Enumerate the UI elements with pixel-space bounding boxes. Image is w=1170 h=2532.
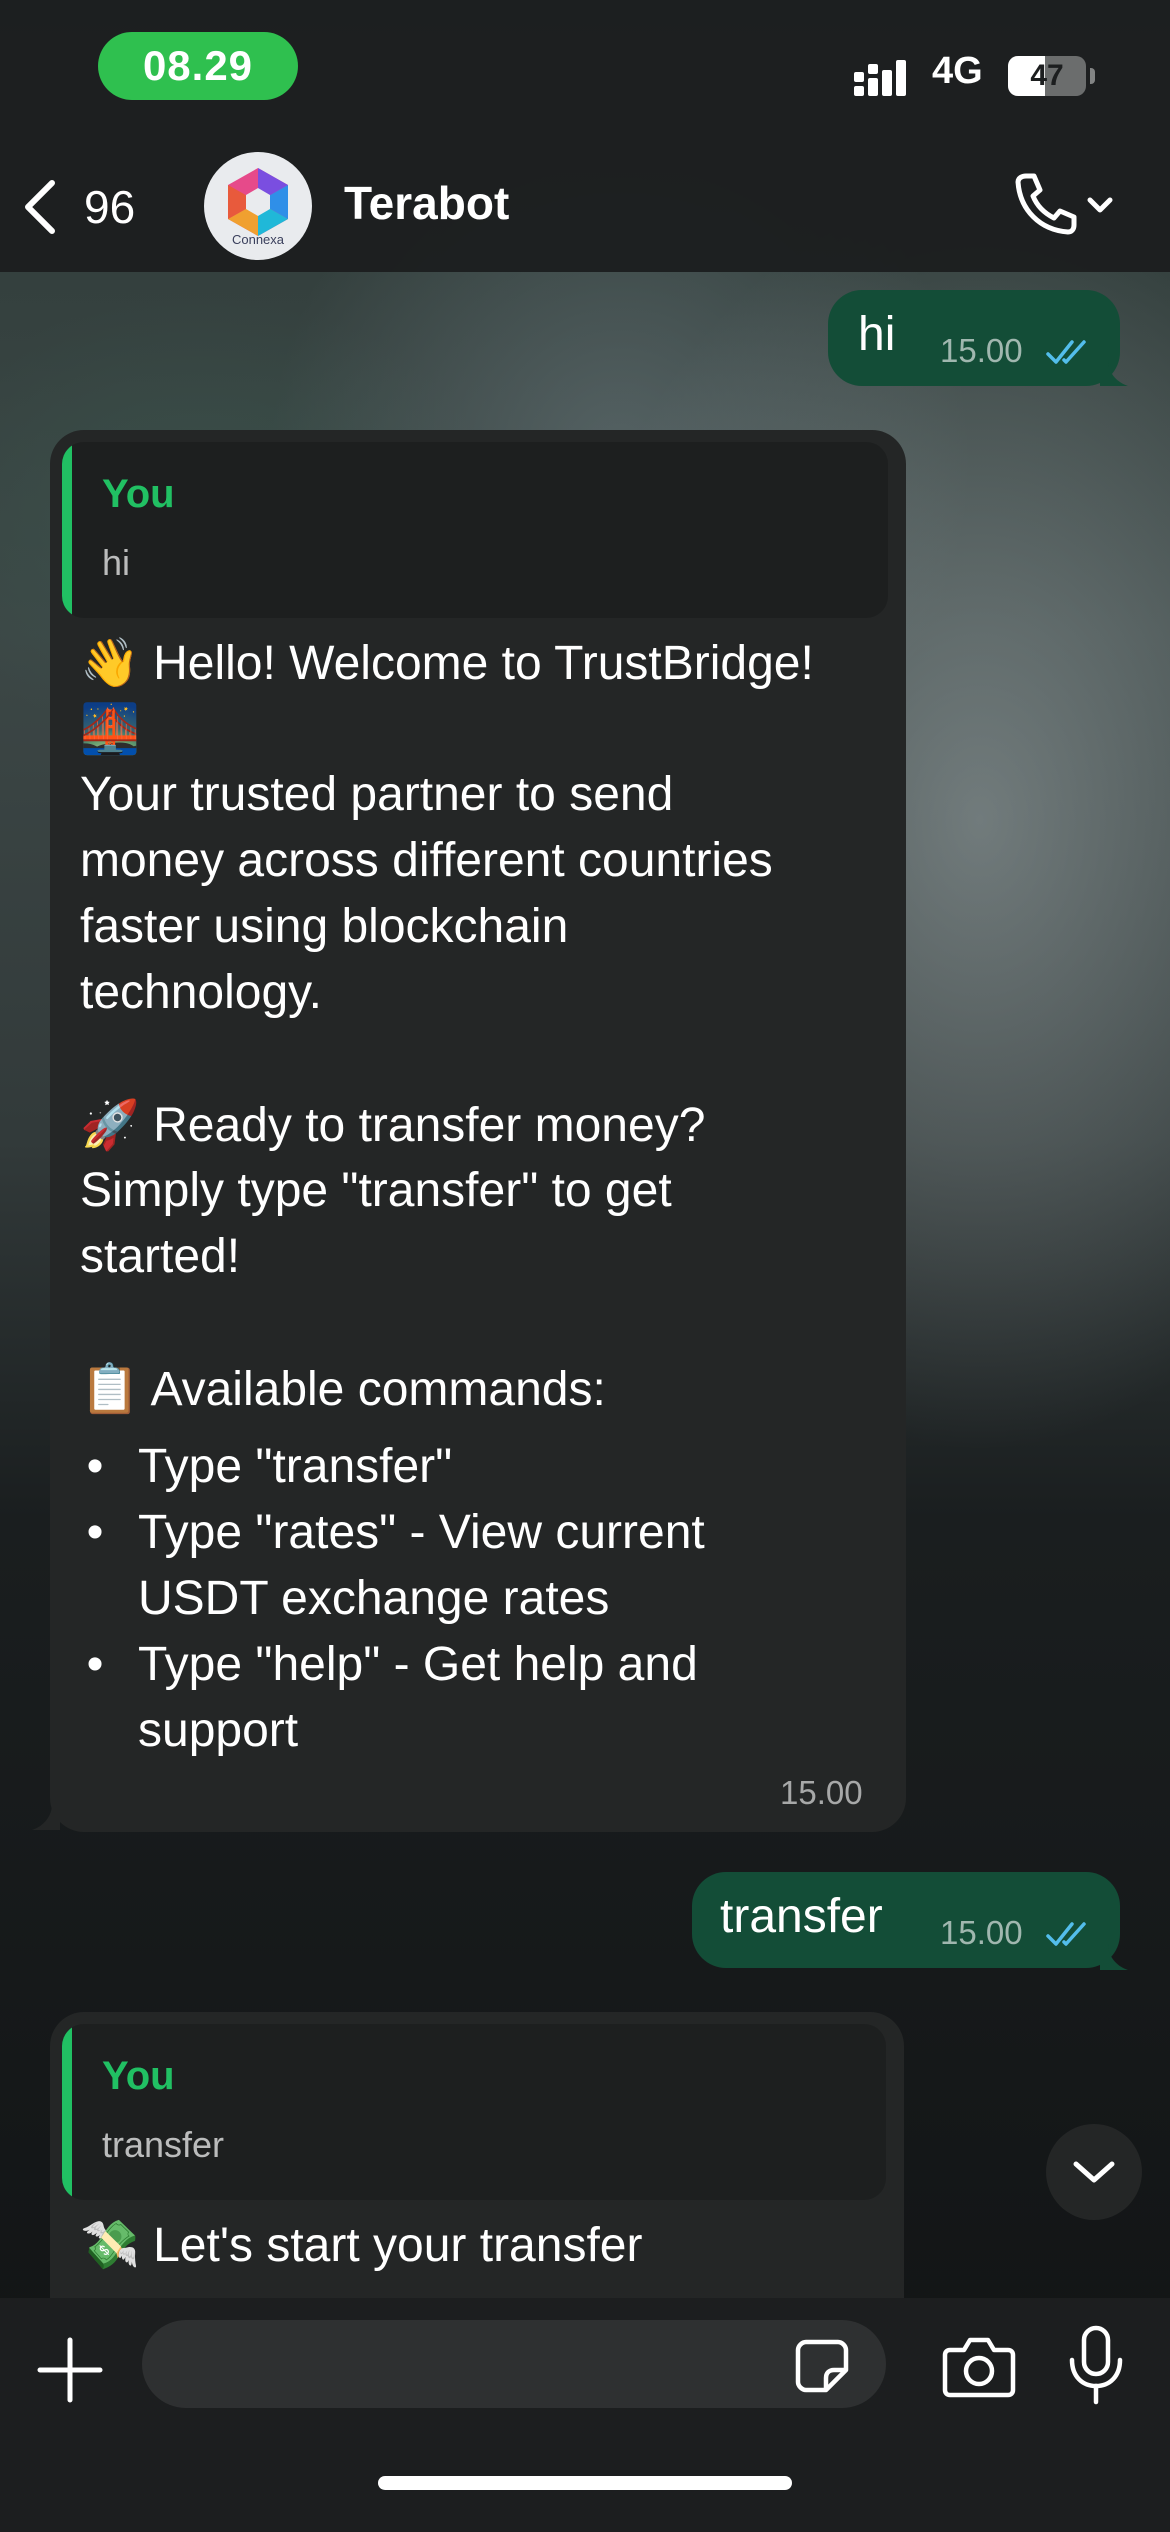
status-time[interactable]: 08.29: [98, 32, 298, 100]
quote-author: You: [102, 2054, 175, 2098]
message-text: hi: [858, 308, 896, 361]
money-emoji-icon: 💸: [80, 2217, 140, 2273]
scroll-to-bottom-button[interactable]: [1046, 2124, 1142, 2220]
battery-icon: 47: [1008, 56, 1086, 96]
unread-count: 96: [84, 181, 136, 233]
message-time: 15.00: [940, 1914, 1023, 1951]
chat-header: 08.29 4G 47 96 Connexa Terabot: [0, 0, 1170, 272]
attach-plus-icon[interactable]: [36, 2336, 104, 2404]
sticker-icon[interactable]: [794, 2338, 850, 2394]
chevron-left-icon: [25, 180, 55, 234]
network-type: 4G: [932, 50, 983, 92]
message-time: 15.00: [940, 332, 1023, 369]
bubble-tail: [1100, 1944, 1128, 1970]
microphone-icon[interactable]: [1066, 2324, 1126, 2408]
outgoing-message[interactable]: transfer 15.00: [692, 1872, 1120, 1968]
back-button[interactable]: 96: [20, 172, 170, 242]
bridge-emoji-icon: 🌉: [80, 701, 140, 757]
camera-icon[interactable]: [942, 2332, 1016, 2400]
message-line: 👋 Hello! Welcome to TrustBridge!: [80, 635, 814, 691]
home-indicator: [378, 2476, 792, 2490]
message-line: faster using blockchain: [80, 900, 569, 953]
message-line: started!: [80, 1230, 241, 1283]
quoted-reply[interactable]: You hi: [62, 442, 888, 618]
quote-author: You: [102, 472, 175, 516]
contact-name[interactable]: Terabot: [344, 176, 509, 230]
quote-accent-bar: [62, 2024, 72, 2200]
message-composer: [0, 2298, 1170, 2532]
wave-emoji-icon: 👋: [80, 635, 140, 691]
read-receipt-icon: [1046, 340, 1086, 364]
message-input[interactable]: [142, 2320, 886, 2408]
incoming-message[interactable]: You hi 👋 Hello! Welcome to TrustBridge! …: [50, 430, 906, 1832]
message-line: Simply type "transfer" to get: [80, 1164, 672, 1217]
message-line: Your trusted partner to send: [80, 768, 674, 821]
read-receipt-icon: [1046, 1922, 1086, 1946]
quote-text: hi: [102, 542, 131, 583]
avatar[interactable]: Connexa: [204, 152, 312, 260]
message-line: technology.: [80, 966, 322, 1019]
quote-text: transfer: [102, 2124, 225, 2165]
bullet: •: [86, 1440, 104, 1493]
message-line: 🌉: [80, 696, 140, 763]
avatar-caption: Connexa: [231, 232, 285, 247]
outgoing-message[interactable]: hi 15.00: [828, 290, 1120, 386]
battery-tip: [1090, 68, 1095, 84]
bubble-tail: [32, 1804, 60, 1830]
message-line: money across different countries: [80, 834, 773, 887]
bubble-tail: [1100, 360, 1128, 386]
bullet: •: [86, 1638, 104, 1691]
chevron-down-icon: [1073, 2161, 1115, 2183]
message-line: 🚀 Ready to transfer money?: [80, 1097, 706, 1153]
message-line: 💸 Let's start your transfer: [80, 2217, 643, 2273]
message-time: 15.00: [780, 1774, 863, 1811]
quote-accent-bar: [62, 442, 72, 618]
message-line: 📋 Available commands:: [80, 1361, 606, 1417]
phone-icon: [1015, 173, 1113, 235]
message-text: transfer: [720, 1890, 883, 1943]
battery-percent: 47: [1030, 59, 1064, 92]
bullet: •: [86, 1506, 104, 1559]
clipboard-emoji-icon: 📋: [80, 1361, 140, 1417]
voice-call-button[interactable]: [1004, 168, 1124, 248]
quoted-reply[interactable]: You transfer: [62, 2024, 886, 2200]
cellular-signal-icon: [854, 60, 906, 96]
rocket-emoji-icon: 🚀: [80, 1097, 140, 1153]
